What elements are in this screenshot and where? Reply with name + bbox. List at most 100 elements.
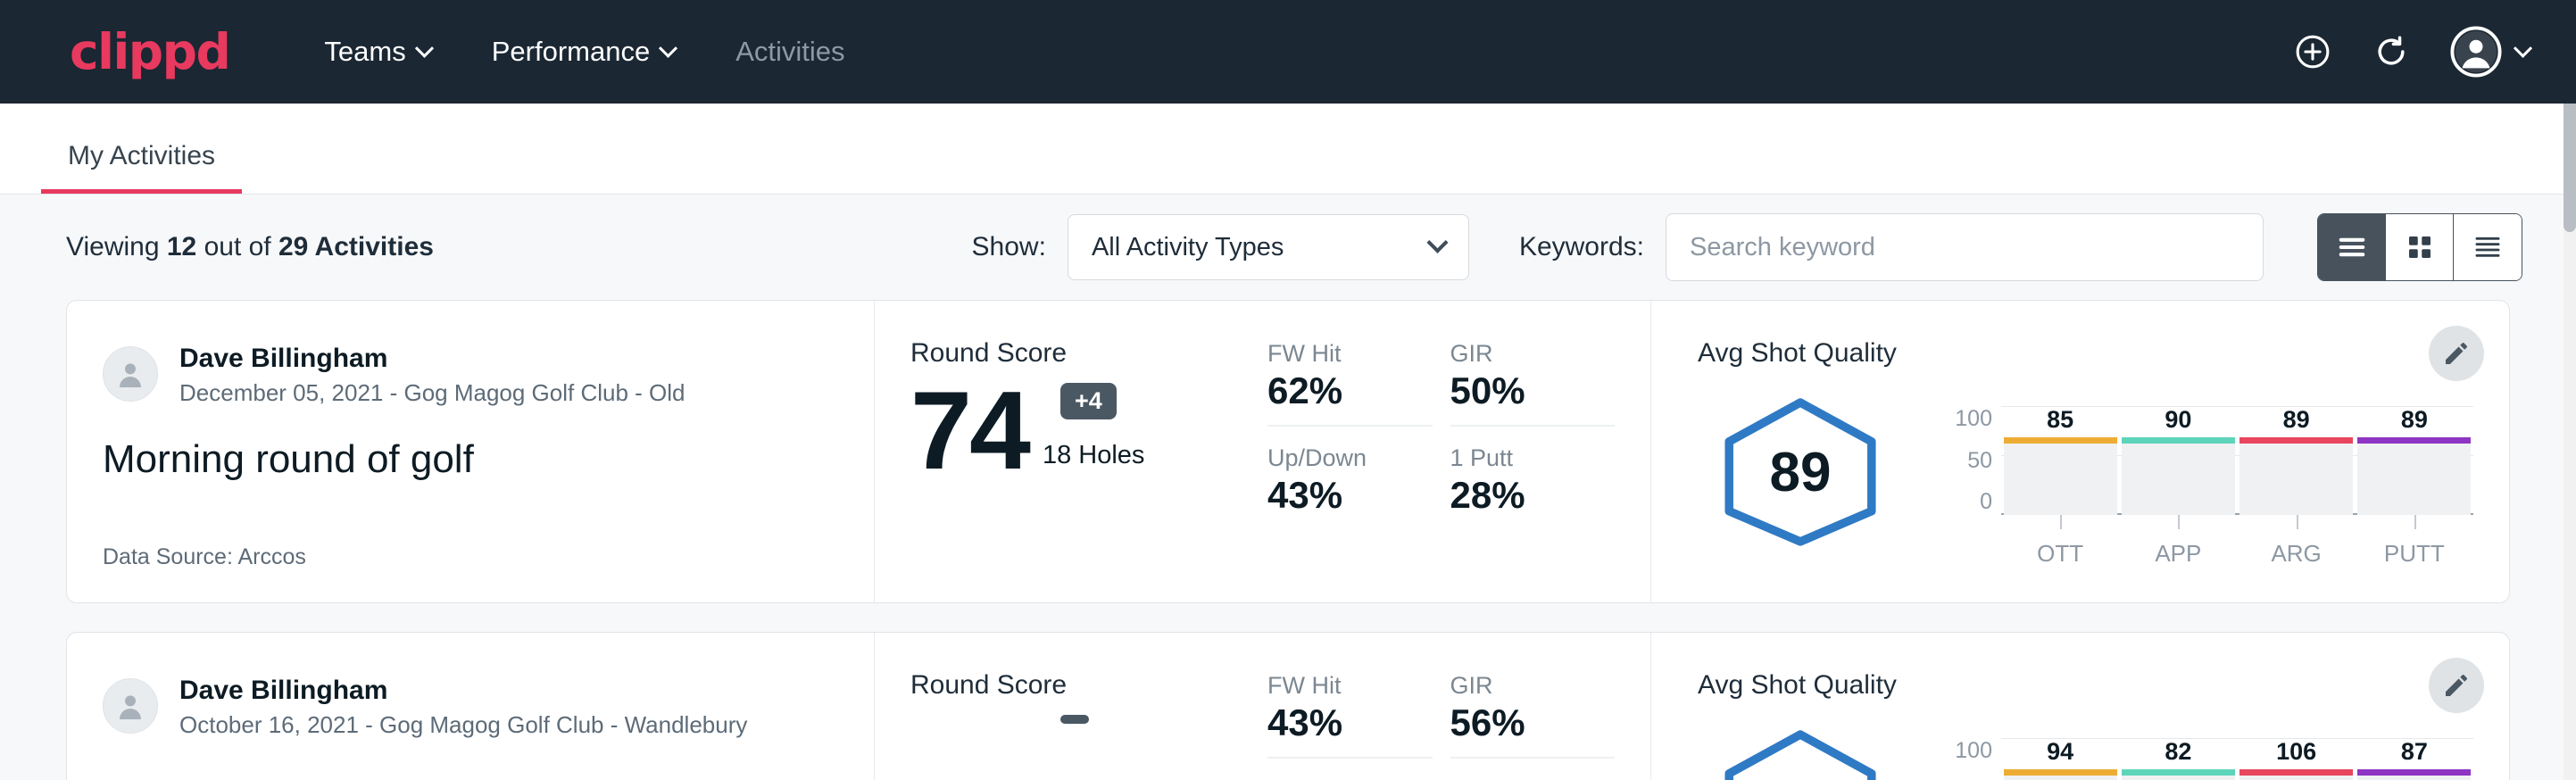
edit-activity-button[interactable] xyxy=(2429,658,2484,713)
x-label-ott-text: OTT xyxy=(2037,540,2083,567)
viewing-count-text: Viewing 12 out of 29 Activities xyxy=(66,232,434,262)
round-score-label: Round Score xyxy=(910,338,1267,369)
round-score-column: Round Score FW Hit 43% GIR 56% xyxy=(875,633,1651,780)
x-tick-icon xyxy=(2178,515,2180,529)
refresh-icon[interactable] xyxy=(2372,32,2411,71)
view-mode-toggle-group xyxy=(2317,213,2522,281)
activity-data-source: Data Source: Arccos xyxy=(103,544,838,570)
viewing-middle: out of xyxy=(196,232,278,261)
chart-bars: 85 90 xyxy=(2001,406,2473,515)
player-row: Dave Billingham October 16, 2021 - Gog M… xyxy=(103,674,838,739)
stat-gir-value: 56% xyxy=(1450,701,1589,744)
chart-plot-area: 85 90 xyxy=(2001,374,2473,570)
edit-activity-button[interactable] xyxy=(2429,326,2484,381)
stat-gir-label: GIR xyxy=(1450,340,1589,368)
bar-group-app: 82 xyxy=(2122,738,2235,780)
bar-arg xyxy=(2239,437,2353,515)
bar-value-ott: 85 xyxy=(2047,406,2073,434)
chart-y-axis: 100 50 0 xyxy=(1939,374,2001,570)
bar-value-putt: 89 xyxy=(2401,406,2428,434)
chevron-down-icon xyxy=(1426,231,1448,253)
account-menu[interactable] xyxy=(2450,26,2530,78)
stat-one-putt-label: 1 Putt xyxy=(1450,444,1589,472)
plus-circle-icon[interactable] xyxy=(2293,32,2332,71)
tab-my-activities[interactable]: My Activities xyxy=(41,141,242,194)
view-mode-grid[interactable] xyxy=(2386,214,2454,280)
x-tick-icon xyxy=(2414,515,2416,529)
y-tick-50: 50 xyxy=(1939,448,1992,474)
bar-value-putt: 87 xyxy=(2401,738,2428,766)
filter-bar: Viewing 12 out of 29 Activities Show: Al… xyxy=(0,195,2576,300)
round-score-block: Round Score xyxy=(910,670,1267,780)
round-score-label: Round Score xyxy=(910,670,1267,701)
bar-group-ott: 85 xyxy=(2004,406,2117,515)
shot-quality-bar-chart: 100 50 0 94 xyxy=(1903,706,2473,780)
avg-shot-quality-value: 89 xyxy=(1770,441,1832,504)
bar-cap-putt xyxy=(2357,769,2471,776)
avg-shot-quality-column: Avg Shot Quality 100 50 0 xyxy=(1651,633,2509,780)
avg-shot-quality-label: Avg Shot Quality xyxy=(1698,670,2473,701)
nav-item-teams[interactable]: Teams xyxy=(294,27,461,77)
bar-cap-app xyxy=(2122,437,2235,444)
x-label-arg: ARG xyxy=(2239,515,2353,570)
stat-up-down-label: Up/Down xyxy=(1267,444,1406,472)
bar-arg xyxy=(2239,769,2353,780)
list-compact-icon xyxy=(2335,230,2369,264)
player-avatar xyxy=(103,678,158,734)
list-detail-icon xyxy=(2471,230,2505,264)
bar-cap-arg xyxy=(2239,769,2353,776)
activity-type-select-value: All Activity Types xyxy=(1092,233,1284,262)
pencil-icon xyxy=(2442,671,2471,700)
chevron-down-icon xyxy=(2514,38,2532,57)
account-avatar-icon xyxy=(2450,26,2502,78)
bar-group-app: 90 xyxy=(2122,406,2235,515)
activity-type-select[interactable]: All Activity Types xyxy=(1068,214,1469,280)
bar-cap-ott xyxy=(2004,769,2117,776)
score-to-par-badge xyxy=(1060,715,1089,724)
view-mode-list-detail[interactable] xyxy=(2454,214,2522,280)
tab-my-activities-label: My Activities xyxy=(68,141,215,170)
nav-item-performance[interactable]: Performance xyxy=(461,27,705,77)
x-label-putt: PUTT xyxy=(2357,515,2471,570)
round-stats-grid: FW Hit 62% GIR 50% Up/Down 43% 1 Putt 28… xyxy=(1267,338,1615,570)
stat-one-putt-value: 28% xyxy=(1450,474,1589,517)
avg-shot-quality-label: Avg Shot Quality xyxy=(1698,338,2473,369)
tab-strip: My Activities xyxy=(0,104,2576,195)
stat-fw-hit-value: 43% xyxy=(1267,701,1406,744)
grid-view-icon xyxy=(2404,231,2436,263)
activity-card[interactable]: Dave Billingham October 16, 2021 - Gog M… xyxy=(66,632,2510,780)
quality-hexagon xyxy=(1698,727,1903,780)
search-input[interactable] xyxy=(1666,213,2264,281)
bar-putt xyxy=(2357,769,2471,780)
avg-shot-quality-body: 100 50 0 94 xyxy=(1698,706,2473,780)
primary-nav: Teams Performance Activities xyxy=(294,27,875,77)
activity-card[interactable]: Dave Billingham December 05, 2021 - Gog … xyxy=(66,300,2510,603)
nav-item-activities[interactable]: Activities xyxy=(705,27,875,77)
quality-hexagon: 89 xyxy=(1698,395,1903,549)
activity-title: Morning round of golf xyxy=(103,437,838,482)
nav-actions xyxy=(2293,26,2530,78)
page-scrollbar[interactable] xyxy=(2564,0,2576,780)
y-tick-100: 100 xyxy=(1939,738,1992,764)
round-score-value: 74 xyxy=(910,379,1028,485)
bar-value-arg: 106 xyxy=(2276,738,2316,766)
stat-gir: GIR 50% xyxy=(1450,340,1616,427)
stat-fw-hit: FW Hit 43% xyxy=(1267,672,1433,759)
round-stats-grid: FW Hit 43% GIR 56% xyxy=(1267,670,1615,780)
brand-logo[interactable]: clippd xyxy=(70,28,229,77)
x-label-app: APP xyxy=(2122,515,2235,570)
chart-bars: 94 82 xyxy=(2001,738,2473,780)
round-score-row: 74 +4 18 Holes xyxy=(910,379,1267,485)
bar-cap-putt xyxy=(2357,437,2471,444)
person-icon xyxy=(112,356,148,392)
x-tick-icon xyxy=(2060,515,2062,529)
score-to-par-badge: +4 xyxy=(1060,383,1117,419)
player-avatar xyxy=(103,346,158,402)
view-mode-list-compact[interactable] xyxy=(2318,214,2386,280)
bar-group-ott: 94 xyxy=(2004,738,2117,780)
chevron-down-icon xyxy=(415,38,434,57)
bar-value-app: 82 xyxy=(2165,738,2191,766)
bar-ott xyxy=(2004,437,2117,515)
bar-group-putt: 87 xyxy=(2357,738,2471,780)
nav-item-activities-label: Activities xyxy=(735,36,844,68)
